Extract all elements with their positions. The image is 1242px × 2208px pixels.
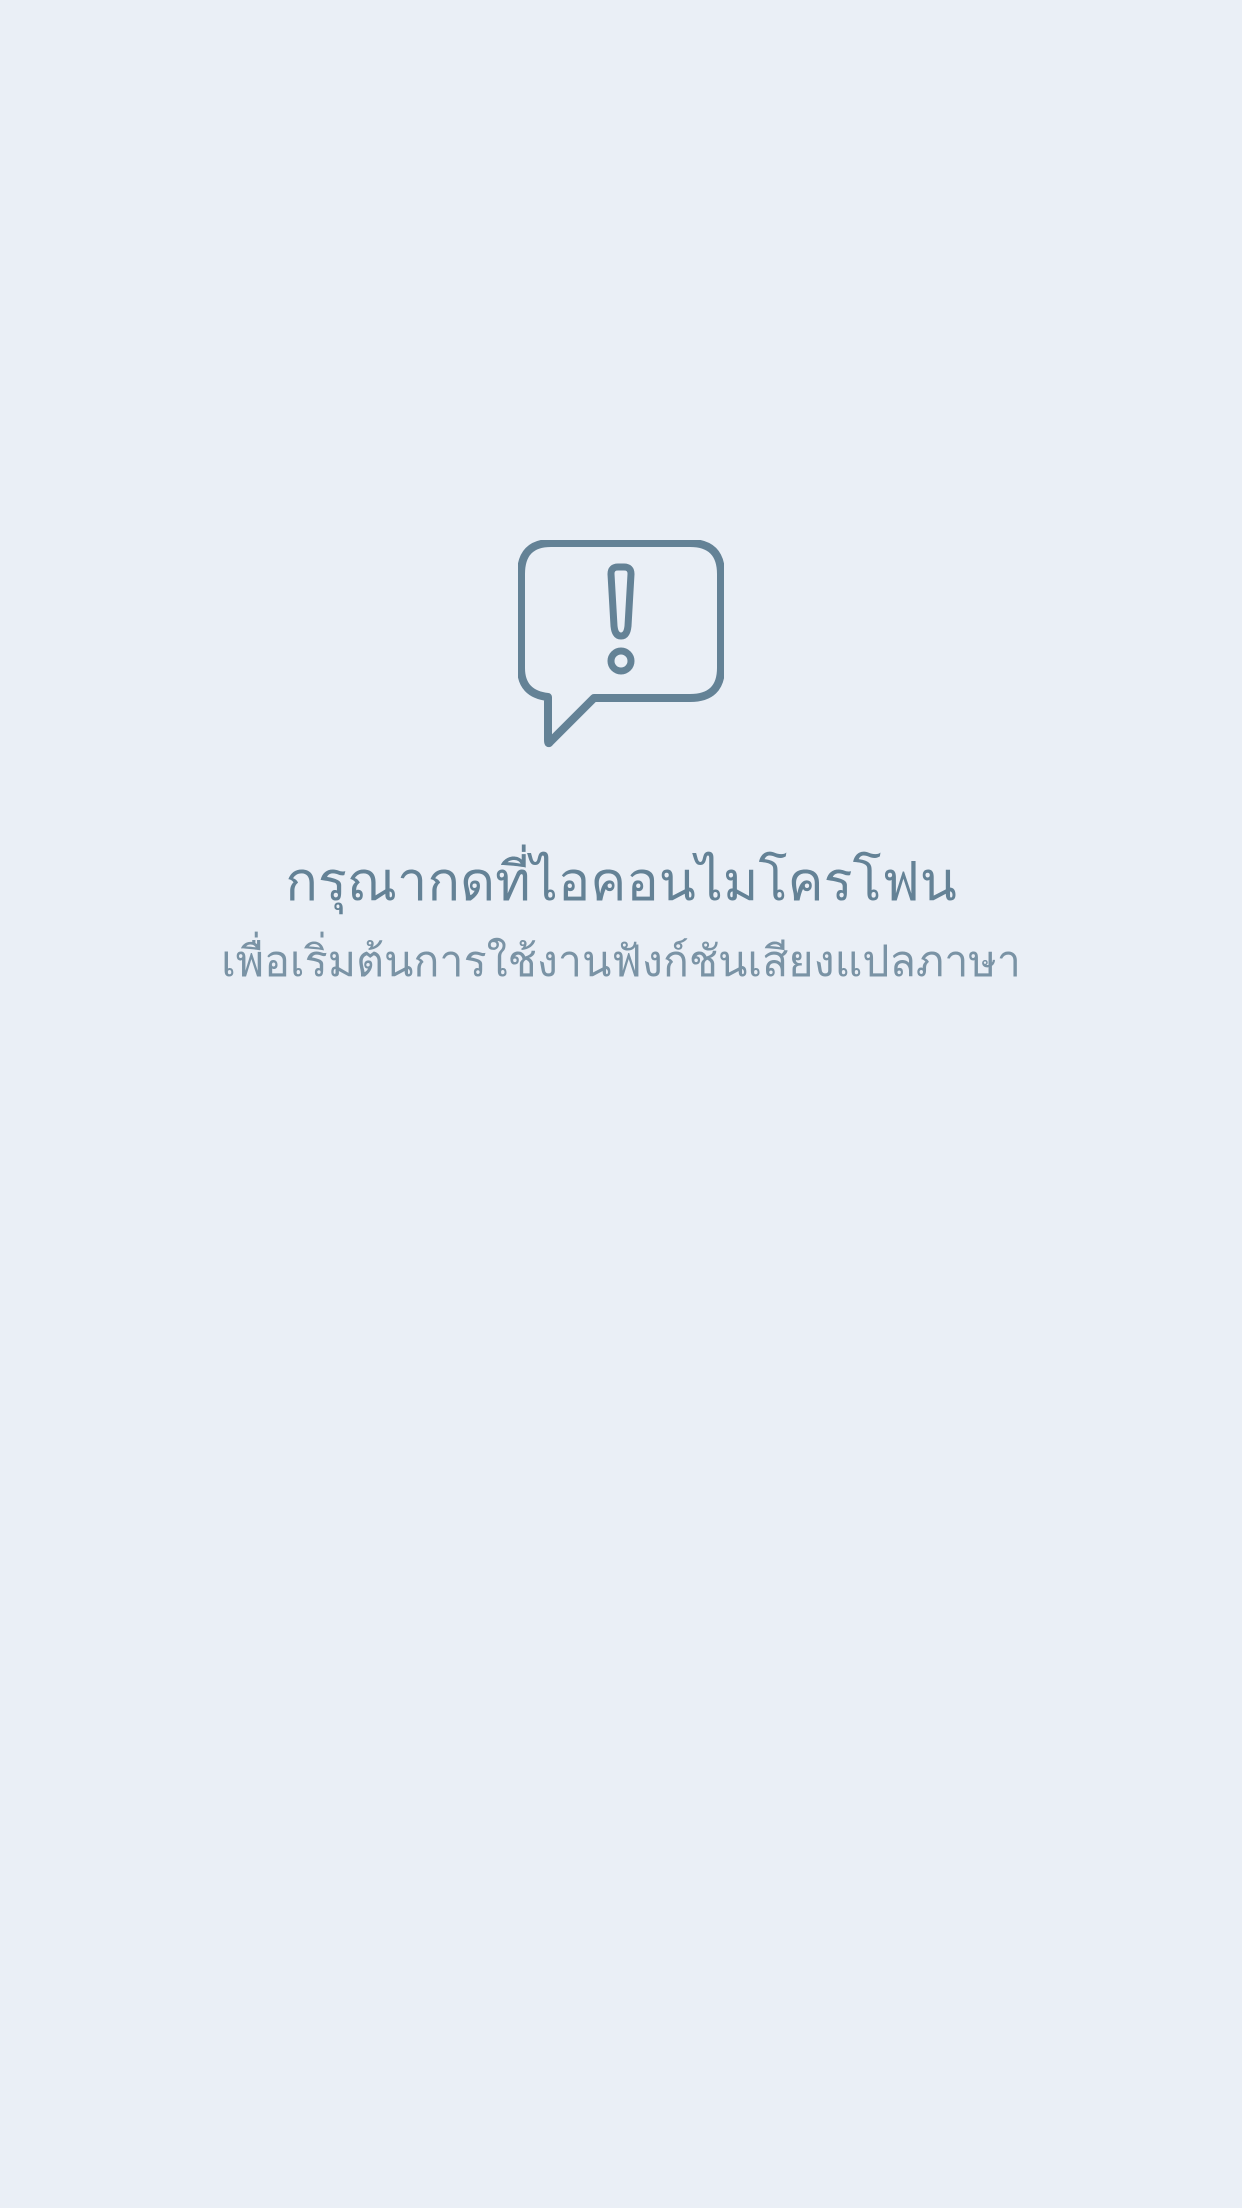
- page-subtitle: เพื่อเริ่มต้นการใช้งานฟังก์ชันเสียงแปลภา…: [221, 937, 1021, 987]
- speech-bubble-alert-icon: [518, 540, 724, 748]
- empty-state: กรุณากดที่ไอคอนไมโครโฟน เพื่อเริ่มต้นการ…: [0, 0, 1242, 2208]
- page-title: กรุณากดที่ไอคอนไมโครโฟน: [285, 850, 957, 913]
